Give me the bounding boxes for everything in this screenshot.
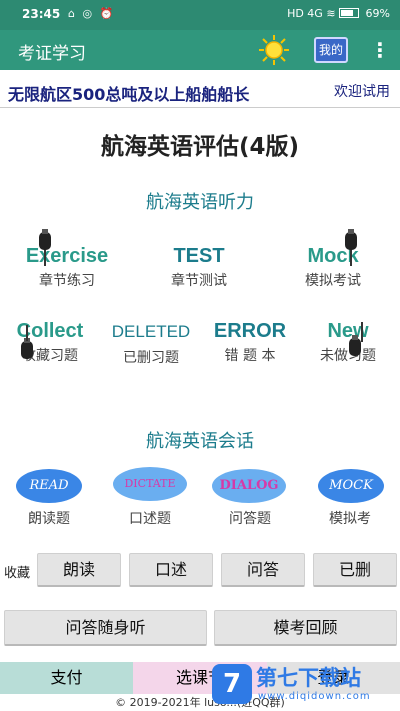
fav-dialog-button[interactable]: 问答 bbox=[221, 553, 305, 587]
earphone-icon bbox=[349, 322, 363, 356]
battery-icon bbox=[339, 8, 360, 18]
earphone-icon bbox=[345, 229, 357, 266]
mine-button[interactable]: 我的 bbox=[314, 37, 348, 63]
exam-name[interactable]: 无限航区500总吨及以上船舶船长 bbox=[8, 81, 249, 105]
favorites-label: 收藏 bbox=[4, 566, 31, 581]
deleted-caption: 已删习题 bbox=[123, 350, 179, 366]
earphone-icon bbox=[21, 325, 33, 359]
notification-icons: ⌂ ◎ ⏰ bbox=[68, 7, 116, 20]
fav-read-button[interactable]: 朗读 bbox=[37, 553, 121, 587]
read-bubble[interactable]: READ bbox=[16, 469, 82, 503]
listen-anywhere-button[interactable]: 问答随身听 bbox=[4, 610, 207, 646]
read-caption: 朗读题 bbox=[28, 511, 70, 527]
deleted-button[interactable]: DELETED 已删习题 bbox=[101, 322, 201, 367]
fav-deleted-button[interactable]: 已删 bbox=[313, 553, 397, 587]
page-title: 航海英语评估(4版) bbox=[100, 134, 300, 160]
watermark-url: www.diqidown.com bbox=[258, 691, 371, 702]
mock-review-button[interactable]: 模考回顾 bbox=[214, 610, 397, 646]
test-button[interactable]: TEST 章节测试 bbox=[149, 245, 249, 290]
mock-label: Mock bbox=[307, 245, 359, 267]
error-label: ERROR bbox=[213, 320, 287, 342]
listening-section-title: 航海英语听力 bbox=[146, 192, 254, 213]
deleted-label: DELETED bbox=[111, 322, 191, 341]
app-bar: 考证学习 我的 ⋮ bbox=[0, 30, 400, 70]
sun-icon[interactable] bbox=[258, 34, 290, 66]
watermark: 7 第七下载站 www.diqidown.com bbox=[212, 660, 400, 711]
conversation-section-title: 航海英语会话 bbox=[146, 431, 254, 452]
mock-button[interactable]: Mock 模拟考试 bbox=[283, 245, 383, 290]
dictate-caption: 口述题 bbox=[129, 511, 171, 527]
fav-dictate-button[interactable]: 口述 bbox=[129, 553, 213, 587]
status-right: HD 4G ≋ 69% bbox=[287, 7, 390, 20]
dialog-bubble[interactable]: DIALOG bbox=[212, 469, 286, 503]
pay-button[interactable]: 支付 bbox=[0, 662, 133, 694]
watermark-brand: 第七下载站 bbox=[256, 666, 361, 690]
mock-caption: 模拟考试 bbox=[305, 273, 361, 289]
watermark-logo-icon: 7 bbox=[212, 664, 252, 704]
dialog-caption: 问答题 bbox=[229, 511, 271, 527]
wifi-icon: ≋ bbox=[326, 7, 336, 20]
error-button[interactable]: ERROR 错 题 本 bbox=[200, 320, 300, 365]
earphone-icon bbox=[39, 229, 51, 266]
test-label: TEST bbox=[173, 245, 225, 267]
error-caption: 错 题 本 bbox=[224, 348, 276, 364]
welcome-text: 欢迎试用 bbox=[334, 84, 390, 100]
dictate-bubble[interactable]: DICTATE bbox=[113, 467, 187, 501]
signal-icon: HD 4G bbox=[287, 7, 323, 20]
more-vert-icon[interactable]: ⋮ bbox=[370, 38, 390, 62]
app-title: 考证学习 bbox=[18, 44, 86, 64]
status-time: 23:45 bbox=[22, 7, 61, 21]
battery-percent: 69% bbox=[365, 7, 390, 20]
test-caption: 章节测试 bbox=[171, 273, 227, 289]
mock-bubble[interactable]: MOCK bbox=[318, 469, 384, 503]
subheader: 无限航区500总吨及以上船舶船长 欢迎试用 bbox=[0, 72, 400, 108]
status-bar: 23:45 ⌂ ◎ ⏰ HD 4G ≋ 69% bbox=[0, 0, 400, 30]
mock-caption: 模拟考 bbox=[329, 511, 371, 527]
exercise-caption: 章节练习 bbox=[39, 273, 95, 289]
